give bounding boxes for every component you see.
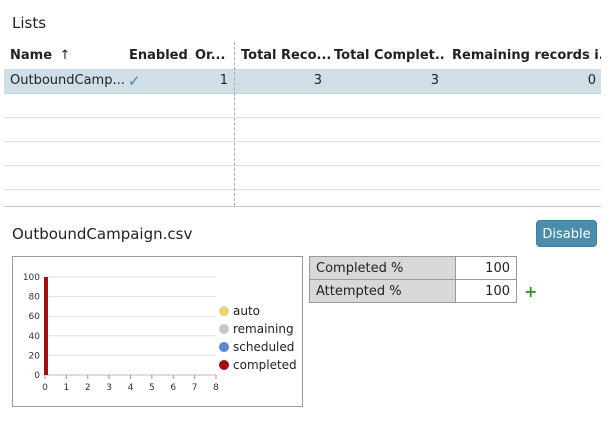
legend-label-scheduled: scheduled — [233, 340, 295, 354]
cell-total-completed: 3 — [430, 73, 439, 88]
x-tick-label: 6 — [170, 383, 176, 393]
legend-label-remaining: remaining — [233, 322, 294, 336]
y-tick-label: 60 — [29, 312, 41, 322]
x-tick-label: 0 — [42, 383, 48, 393]
stats-table: Completed % 100 Attempted % 100 — [309, 256, 517, 303]
y-tick-label: 0 — [34, 371, 40, 381]
y-tick-label: 80 — [29, 293, 41, 303]
enabled-check-icon: ✓ — [128, 72, 141, 90]
detail-title: OutboundCampaign.csv — [12, 225, 193, 243]
x-tick-label: 5 — [149, 383, 155, 393]
empty-row — [4, 93, 601, 118]
cell-name: OutboundCamp... — [10, 73, 125, 88]
table-row[interactable]: OutboundCamp... ✓ 1 3 3 0 — [4, 69, 601, 94]
legend-swatch-completed — [219, 360, 229, 370]
bar-completed — [44, 277, 48, 375]
column-splitter[interactable] — [234, 42, 235, 206]
stat-value-attempted: 100 — [455, 279, 517, 303]
stats-row-completed: Completed % 100 — [309, 256, 517, 280]
column-header-enabled[interactable]: Enabled — [129, 42, 189, 69]
empty-row — [4, 189, 601, 206]
disable-button[interactable]: Disable — [536, 220, 597, 247]
empty-row — [4, 141, 601, 166]
y-tick-label: 20 — [29, 351, 41, 361]
column-header-total-completed[interactable]: Total Complet... — [334, 42, 446, 69]
column-header-total-records[interactable]: Total Reco... — [241, 42, 331, 69]
sort-ascending-icon: ↑ — [59, 48, 71, 63]
column-header-remaining-records[interactable]: Remaining records i... — [452, 42, 601, 69]
cell-order: 1 — [219, 73, 228, 88]
legend-label-auto: auto — [233, 304, 261, 318]
x-tick-label: 2 — [85, 383, 91, 393]
x-tick-label: 7 — [192, 383, 198, 393]
x-tick-label: 4 — [128, 383, 134, 393]
y-tick-label: 40 — [29, 332, 41, 342]
column-header-order[interactable]: Or... — [195, 42, 231, 69]
x-tick-label: 3 — [106, 383, 112, 393]
stat-value-completed: 100 — [455, 256, 517, 280]
empty-row — [4, 117, 601, 142]
cell-total-records: 3 — [313, 73, 322, 88]
stat-label-attempted: Attempted % — [309, 279, 456, 303]
column-header-name-label: Name — [10, 48, 53, 63]
x-tick-label: 8 — [213, 383, 219, 393]
cell-remaining-records: 0 — [587, 73, 596, 88]
y-tick-label: 100 — [23, 273, 40, 283]
legend-swatch-remaining — [219, 324, 229, 334]
campaign-chart: 0 20 40 60 80 100 0 1 2 3 4 5 6 7 8 auto remaining sch… — [12, 256, 303, 407]
empty-row — [4, 165, 601, 190]
legend-label-completed: completed — [233, 358, 297, 372]
legend-swatch-auto — [219, 306, 229, 316]
column-header-name[interactable]: Name ↑ — [10, 42, 130, 69]
lists-grid: Name ↑ Enabled Or... Total Reco... Total… — [4, 42, 601, 207]
stats-row-attempted: Attempted % 100 — [309, 279, 517, 303]
lists-title: Lists — [12, 14, 47, 32]
add-icon[interactable]: + — [524, 284, 537, 300]
stat-label-completed: Completed % — [309, 256, 456, 280]
legend-swatch-scheduled — [219, 342, 229, 352]
x-tick-label: 1 — [64, 383, 70, 393]
